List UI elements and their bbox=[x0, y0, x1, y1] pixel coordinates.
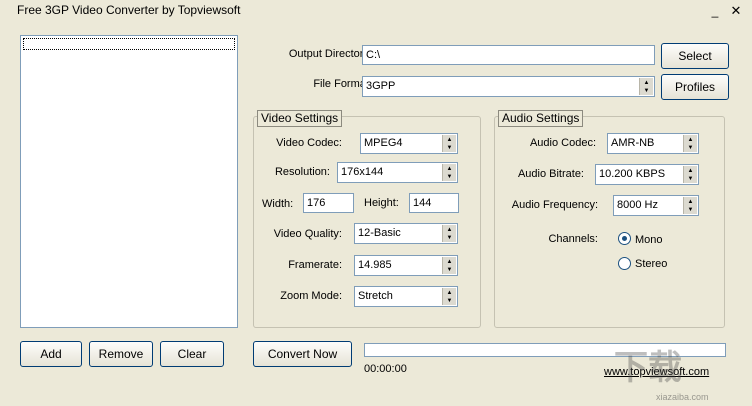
spin-arrows-icon: ▲ ▼ bbox=[683, 166, 697, 183]
resolution-value: 176x144 bbox=[341, 166, 384, 178]
width-field[interactable]: 176 bbox=[303, 193, 354, 213]
video-codec-select[interactable]: MPEG4 ▲ ▼ bbox=[360, 133, 458, 154]
audio-codec-select[interactable]: AMR-NB ▲ ▼ bbox=[607, 133, 699, 154]
elapsed-time: 00:00:00 bbox=[364, 363, 407, 375]
file-list[interactable] bbox=[20, 35, 238, 328]
framerate-select[interactable]: 14.985 ▲ ▼ bbox=[354, 255, 458, 276]
video-quality-select[interactable]: 12-Basic ▲ ▼ bbox=[354, 223, 458, 244]
spin-arrows-icon: ▲ ▼ bbox=[442, 288, 456, 305]
video-quality-label: Video Quality: bbox=[273, 228, 342, 240]
spin-arrows-icon: ▲ ▼ bbox=[683, 197, 697, 214]
spin-arrows-icon: ▲ ▼ bbox=[442, 225, 456, 242]
watermark-logo: 下载 xiazaiba.com bbox=[614, 349, 709, 402]
audio-codec-value: AMR-NB bbox=[611, 137, 655, 149]
audio-bitrate-value: 10.200 KBPS bbox=[599, 168, 666, 180]
zoom-mode-label: Zoom Mode: bbox=[280, 290, 342, 302]
framerate-value: 14.985 bbox=[358, 259, 392, 271]
video-quality-value: 12-Basic bbox=[358, 227, 401, 239]
file-format-select[interactable]: 3GPP ▲ ▼ bbox=[362, 76, 655, 97]
spin-arrows-icon: ▲ ▼ bbox=[639, 78, 653, 95]
select-button[interactable]: Select bbox=[661, 43, 729, 69]
title-bar: Free 3GP Video Converter by Topviewsoft … bbox=[0, 0, 752, 24]
channels-label: Channels: bbox=[548, 233, 598, 245]
audio-codec-label: Audio Codec: bbox=[529, 137, 596, 149]
convert-now-button[interactable]: Convert Now bbox=[253, 341, 352, 367]
height-label: Height: bbox=[364, 197, 399, 209]
window-title: Free 3GP Video Converter by Topviewsoft bbox=[17, 3, 241, 17]
spin-arrows-icon: ▲ ▼ bbox=[442, 257, 456, 274]
output-directory-field[interactable]: C:\ bbox=[362, 45, 655, 65]
audio-bitrate-select[interactable]: 10.200 KBPS ▲ ▼ bbox=[595, 164, 699, 185]
zoom-mode-value: Stretch bbox=[358, 290, 393, 302]
audio-frequency-value: 8000 Hz bbox=[617, 199, 658, 211]
audio-frequency-select[interactable]: 8000 Hz ▲ ▼ bbox=[613, 195, 699, 216]
resolution-select[interactable]: 176x144 ▲ ▼ bbox=[337, 162, 458, 183]
resolution-label: Resolution: bbox=[274, 166, 330, 178]
spin-arrows-icon: ▲ ▼ bbox=[442, 164, 456, 181]
focus-row bbox=[23, 38, 235, 50]
width-label: Width: bbox=[262, 198, 294, 210]
file-format-value: 3GPP bbox=[366, 80, 396, 92]
profiles-button[interactable]: Profiles bbox=[661, 74, 729, 100]
height-field[interactable]: 144 bbox=[409, 193, 459, 213]
output-directory-label: Output Directory: bbox=[288, 48, 372, 60]
stereo-label: Stereo bbox=[635, 258, 668, 270]
minimize-icon[interactable]: _ bbox=[707, 3, 723, 19]
audio-frequency-label: Audio Frequency: bbox=[511, 199, 598, 211]
clear-button[interactable]: Clear bbox=[160, 341, 224, 367]
audio-settings-legend: Audio Settings bbox=[498, 110, 584, 127]
video-codec-label: Video Codec: bbox=[276, 137, 342, 149]
close-icon[interactable]: ✕ bbox=[728, 3, 744, 19]
spin-arrows-icon: ▲ ▼ bbox=[442, 135, 456, 152]
file-format-label: File Format: bbox=[313, 78, 372, 90]
zoom-mode-select[interactable]: Stretch ▲ ▼ bbox=[354, 286, 458, 307]
audio-bitrate-label: Audio Bitrate: bbox=[517, 168, 584, 180]
video-codec-value: MPEG4 bbox=[364, 137, 403, 149]
remove-button[interactable]: Remove bbox=[89, 341, 153, 367]
video-settings-legend: Video Settings bbox=[257, 110, 343, 127]
add-button[interactable]: Add bbox=[20, 341, 82, 367]
framerate-label: Framerate: bbox=[288, 259, 342, 271]
mono-label: Mono bbox=[635, 234, 663, 246]
stereo-radio[interactable] bbox=[618, 257, 631, 270]
mono-radio[interactable] bbox=[618, 232, 631, 245]
spin-arrows-icon: ▲ ▼ bbox=[683, 135, 697, 152]
